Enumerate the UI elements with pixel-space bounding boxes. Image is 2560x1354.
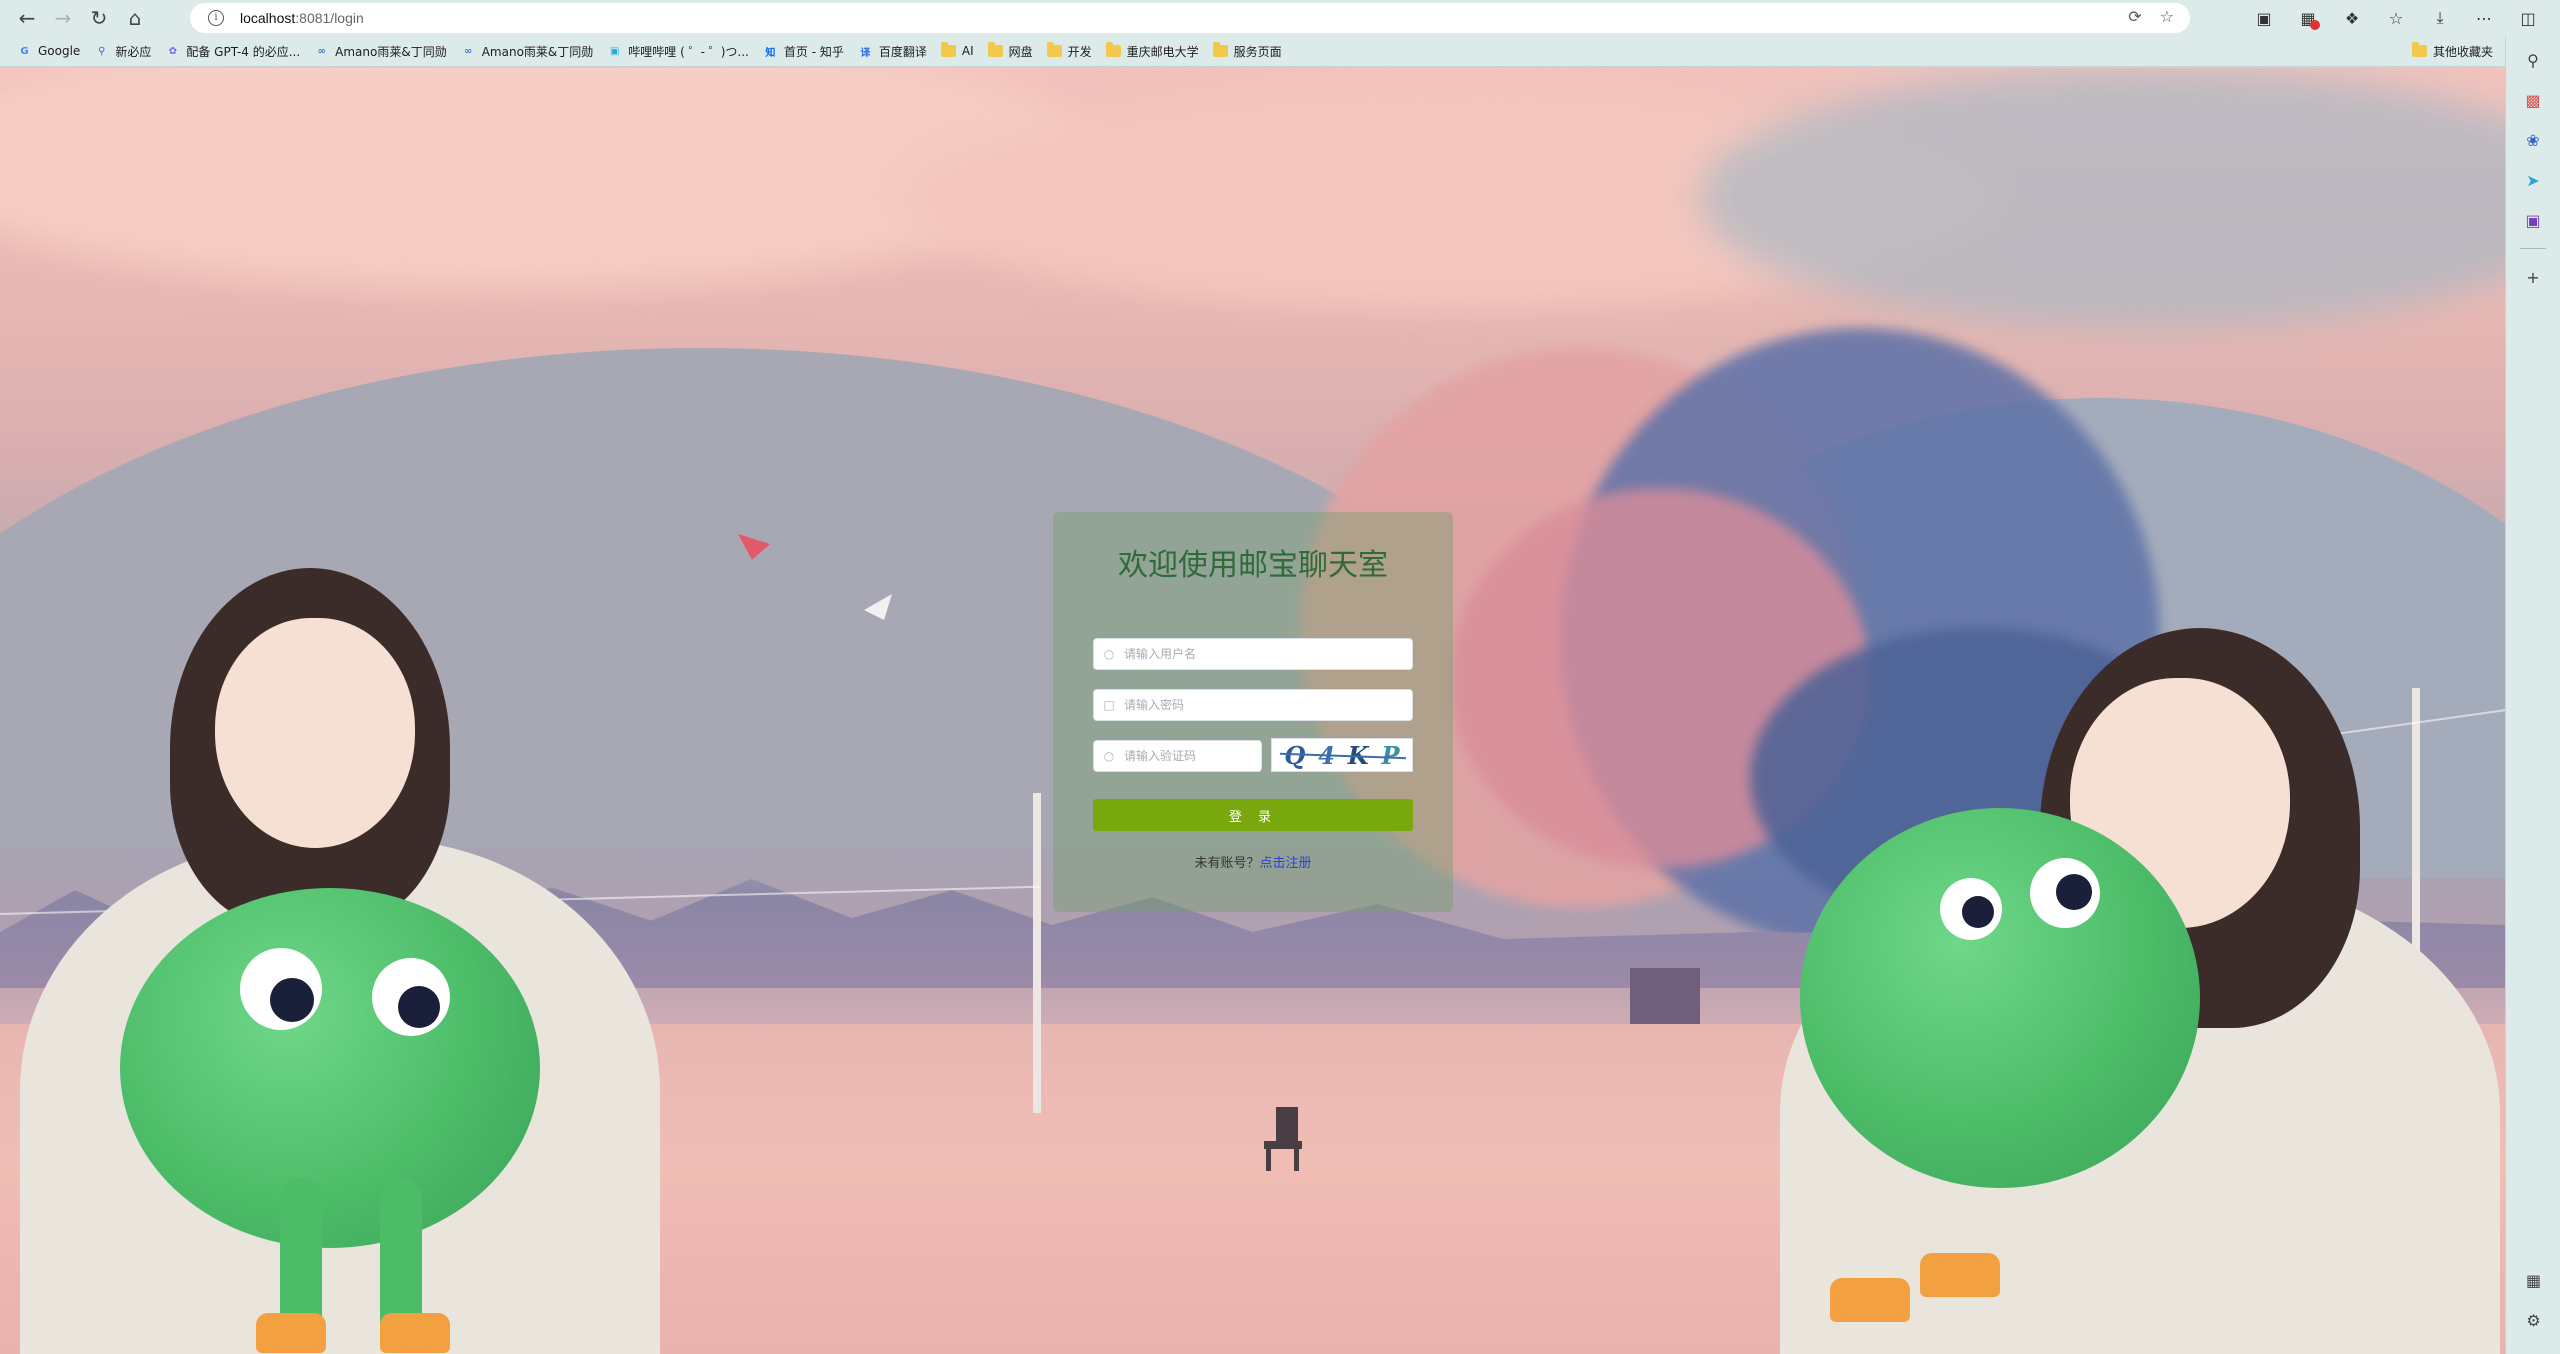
folder-icon: [987, 42, 1003, 57]
bookmark-item[interactable]: ▣ 哔哩哔哩 ( ゜- ゜)つ...: [600, 38, 756, 64]
login-button[interactable]: 登 录: [1093, 799, 1413, 831]
search-icon: ⚲: [98, 45, 106, 57]
translate-icon: 译: [860, 47, 871, 59]
translate-page-icon[interactable]: ⟳: [2128, 7, 2141, 26]
bookmark-label: 配备 GPT-4 的必应...: [186, 44, 301, 59]
bookmark-item[interactable]: ∞ Amano雨莱&丁同勋: [454, 38, 601, 64]
captcha-input[interactable]: [1124, 742, 1259, 770]
captcha-image[interactable]: Q 4 K P: [1271, 738, 1413, 772]
red-kite-icon: [738, 534, 770, 560]
bookmark-item[interactable]: ⚲ 新必应: [87, 38, 158, 64]
notification-badge: [2310, 20, 2320, 30]
register-link[interactable]: 点击注册: [1260, 856, 1312, 871]
bookmark-item[interactable]: 译百度翻译: [851, 38, 934, 64]
folder-icon: [1046, 42, 1062, 57]
bookmark-label: 服务页面: [1233, 44, 1282, 59]
page-viewport: 欢迎使用邮宝聊天室 ○ □ ○ Q 4 K P 登 录 未有账号？点击注册: [0, 68, 2505, 1354]
bing-icon: ✿: [168, 45, 178, 57]
copilot-icon[interactable]: ❀: [2521, 128, 2545, 152]
onenote-icon[interactable]: ▣: [2521, 208, 2545, 232]
bookmark-item[interactable]: 重庆邮电大学: [1099, 38, 1206, 64]
more-menu-icon[interactable]: ⋯: [2462, 3, 2506, 33]
folder-icon: [940, 42, 956, 57]
folder-icon: [1212, 42, 1228, 57]
google-icon: G: [20, 45, 29, 57]
bookmark-label: 开发: [1067, 44, 1092, 59]
office-extension-icon[interactable]: ▦: [2286, 3, 2330, 33]
bookmark-label: 新必应: [115, 44, 152, 59]
back-icon[interactable]: ←: [12, 3, 42, 33]
other-bookmarks-folder[interactable]: 其他收藏夹: [2405, 38, 2500, 64]
bookmark-label: Google: [38, 44, 81, 58]
reload-icon[interactable]: ↻: [84, 3, 114, 33]
telegram-icon[interactable]: ➤: [2521, 168, 2545, 192]
bookmark-item[interactable]: 开发: [1040, 38, 1099, 64]
bookmark-label: 网盘: [1008, 44, 1033, 59]
user-icon: ○: [1103, 749, 1115, 763]
bookmark-label: 首页 - 知乎: [783, 44, 844, 59]
add-icon[interactable]: +: [2521, 265, 2545, 289]
favorite-star-icon[interactable]: ☆: [2160, 7, 2174, 26]
folder-icon: [2411, 42, 2427, 57]
sidebar-toggle-icon[interactable]: ◫: [2506, 3, 2550, 33]
bookmarks-bar: G Google ⚲ 新必应 ✿ 配备 GPT-4 的必应... ∞ Amano雨莱&丁同勋 ∞…: [0, 36, 2560, 67]
address-bar[interactable]: i localhost:8081/login ⟳ ☆: [190, 3, 2190, 33]
folder-icon: [1105, 42, 1121, 57]
bilibili-icon: ▣: [610, 45, 620, 57]
bookmark-label: 哔哩哔哩 ( ゜- ゜)つ...: [628, 44, 749, 59]
bookmark-label: Amano雨莱&丁同勋: [481, 44, 594, 59]
bookmark-item[interactable]: ∞ Amano雨莱&丁同勋: [307, 38, 454, 64]
bookmark-item[interactable]: 知首页 - 知乎: [756, 38, 851, 64]
lock-icon: □: [1103, 698, 1115, 712]
login-form: 欢迎使用邮宝聊天室 ○ □ ○ Q 4 K P 登 录 未有账号？点击注册: [1053, 512, 1453, 912]
captcha-char: P: [1381, 740, 1400, 770]
browser-toolbar: ← → ↻ ⌂ i localhost:8081/login ⟳ ☆ ▣ ▦ ❖…: [0, 0, 2560, 36]
link-icon: ∞: [464, 45, 473, 57]
home-icon[interactable]: ⌂: [120, 3, 150, 33]
tools-icon[interactable]: ▩: [2521, 88, 2545, 112]
captcha-field[interactable]: ○: [1093, 740, 1262, 772]
bookmark-item[interactable]: 网盘: [981, 38, 1040, 64]
password-field[interactable]: □: [1093, 689, 1413, 721]
extension-icon[interactable]: ▣: [2242, 3, 2286, 33]
password-input[interactable]: [1124, 691, 1404, 719]
link-icon: ∞: [317, 45, 326, 57]
bookmark-item[interactable]: ✿ 配备 GPT-4 的必应...: [158, 38, 307, 64]
username-input[interactable]: [1124, 640, 1404, 668]
bookmark-item[interactable]: G Google: [10, 38, 87, 64]
user-icon: ○: [1103, 647, 1115, 661]
download-icon[interactable]: ⤓: [2418, 3, 2462, 33]
url-text[interactable]: localhost:8081/login: [240, 10, 364, 26]
right-girl-image: [1740, 628, 2505, 1354]
sidebar-divider: [2520, 248, 2546, 249]
white-kite-icon: [864, 594, 892, 620]
bookmark-label: AI: [961, 44, 974, 58]
edge-sidebar: ⚲ ▩ ❀ ➤ ▣ + ▦ ⚙: [2505, 36, 2560, 1354]
site-info-icon[interactable]: i: [208, 10, 224, 26]
bookmark-item[interactable]: AI: [934, 38, 981, 64]
zhihu-icon: 知: [765, 47, 776, 59]
left-girl-image: [0, 558, 680, 1354]
other-bookmarks-label: 其他收藏夹: [2432, 44, 2493, 59]
username-field[interactable]: ○: [1093, 638, 1413, 670]
register-prompt: 未有账号？: [1194, 856, 1260, 871]
bookmark-label: 百度翻译: [878, 44, 927, 59]
screenshot-icon[interactable]: ▦: [2522, 1268, 2546, 1292]
bookmark-label: 重庆邮电大学: [1126, 44, 1199, 59]
search-icon[interactable]: ⚲: [2521, 48, 2545, 72]
bookmark-label: Amano雨莱&丁同勋: [335, 44, 447, 59]
favorites-icon[interactable]: ☆: [2374, 3, 2418, 33]
extensions-puzzle-icon[interactable]: ❖: [2330, 3, 2374, 33]
forward-icon[interactable]: →: [48, 3, 78, 33]
bookmark-item[interactable]: 服务页面: [1206, 38, 1289, 64]
register-row: 未有账号？点击注册: [1053, 852, 1453, 871]
page-title: 欢迎使用邮宝聊天室: [1118, 548, 1388, 583]
settings-icon[interactable]: ⚙: [2522, 1308, 2546, 1332]
